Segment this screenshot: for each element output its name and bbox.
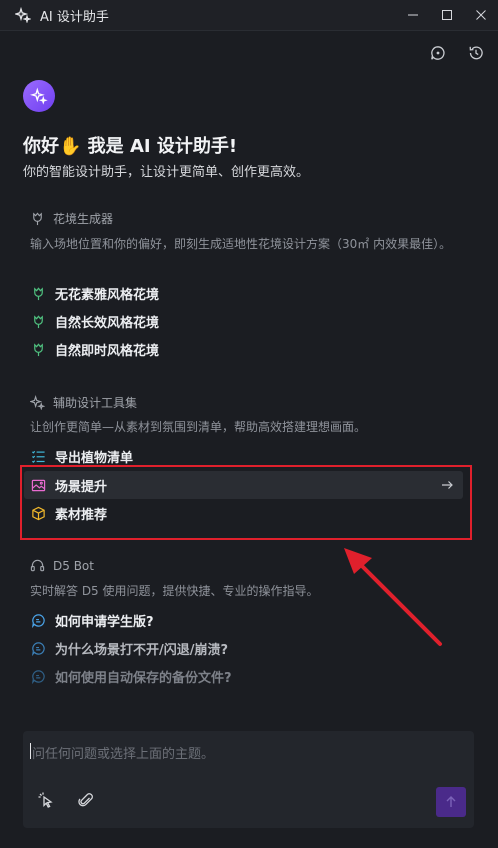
maximize-icon — [442, 10, 452, 20]
faq-scene-crash[interactable]: 为什么场景打不开/闪退/崩溃? — [24, 634, 463, 662]
prompt-item-long-lasting[interactable]: 自然长效风格花境 — [24, 307, 463, 335]
sparkle-icon — [30, 395, 45, 410]
maximize-button[interactable] — [430, 0, 464, 30]
arrow-up-icon — [446, 796, 456, 807]
prompt-item-label: 自然即时风格花境 — [55, 343, 160, 359]
prompt-item-plain-style[interactable]: 无花素雅风格花境 — [24, 279, 463, 307]
faq-label: 如何使用自动保存的备份文件? — [55, 670, 232, 686]
minimize-button[interactable] — [396, 0, 430, 30]
section-description: 实时解答 D5 使用问题，提供快捷、专业的操作指导。 — [30, 584, 319, 598]
tulip-icon — [34, 342, 43, 356]
history-icon[interactable] — [468, 45, 484, 61]
section-design-tools: 辅助设计工具集 — [30, 394, 137, 411]
section-flower-border: 花境生成器 — [30, 210, 113, 227]
cursor-select-icon[interactable] — [37, 791, 55, 809]
send-button[interactable] — [436, 787, 466, 817]
assistant-avatar — [23, 80, 55, 112]
prompt-item-label: 自然长效风格花境 — [55, 315, 160, 331]
chat-input-placeholder: 问任何问题或选择上面的主题。 — [32, 747, 215, 762]
headset-icon — [30, 559, 45, 572]
section-d5-bot: D5 Bot — [30, 558, 94, 573]
minimize-icon — [408, 14, 418, 16]
text-caret — [30, 743, 31, 759]
chat-input-box[interactable]: 问任何问题或选择上面的主题。 — [23, 731, 474, 828]
prompt-item-instant[interactable]: 自然即时风格花境 — [24, 335, 463, 363]
sparkle-icon — [30, 87, 48, 105]
tulip-icon — [34, 286, 43, 300]
tulip-icon — [33, 212, 42, 226]
highlight-box — [20, 465, 472, 540]
sparkle-app-icon — [15, 7, 31, 23]
header-actions — [430, 45, 484, 61]
chat-bubble-icon — [31, 641, 45, 656]
tulip-icon — [34, 314, 43, 328]
faq-student-version[interactable]: 如何申请学生版? — [24, 606, 463, 634]
faq-autosave-backup[interactable]: 如何使用自动保存的备份文件? — [24, 662, 463, 690]
faq-label: 如何申请学生版? — [55, 614, 154, 630]
new-chat-icon[interactable] — [430, 45, 446, 61]
checklist-icon — [31, 450, 45, 463]
attachment-icon[interactable] — [77, 791, 95, 809]
section-title: D5 Bot — [53, 558, 94, 573]
section-description: 输入场地位置和你的偏好，即刻生成适地性花境设计方案（30㎡ 内效果最佳）。 — [30, 237, 452, 251]
section-title: 辅助设计工具集 — [53, 396, 138, 410]
title-bar: AI 设计助手 — [0, 0, 498, 31]
section-title: 花境生成器 — [53, 212, 114, 226]
tool-label: 导出植物清单 — [55, 450, 134, 466]
greeting-subtitle: 你的智能设计助手，让设计更简单、创作更高效。 — [23, 165, 310, 180]
faq-label: 为什么场景打不开/闪退/崩溃? — [55, 642, 229, 658]
close-icon — [476, 10, 486, 20]
window-title: AI 设计助手 — [40, 9, 109, 25]
close-button[interactable] — [464, 0, 498, 30]
chat-bubble-icon — [31, 669, 45, 684]
prompt-item-label: 无花素雅风格花境 — [55, 287, 160, 303]
greeting-title: 你好✋ 我是 AI 设计助手! — [23, 136, 238, 157]
section-description: 让创作更简单—从素材到氛围到清单，帮助高效搭建理想画面。 — [30, 420, 367, 434]
chat-bubble-icon — [31, 613, 45, 628]
